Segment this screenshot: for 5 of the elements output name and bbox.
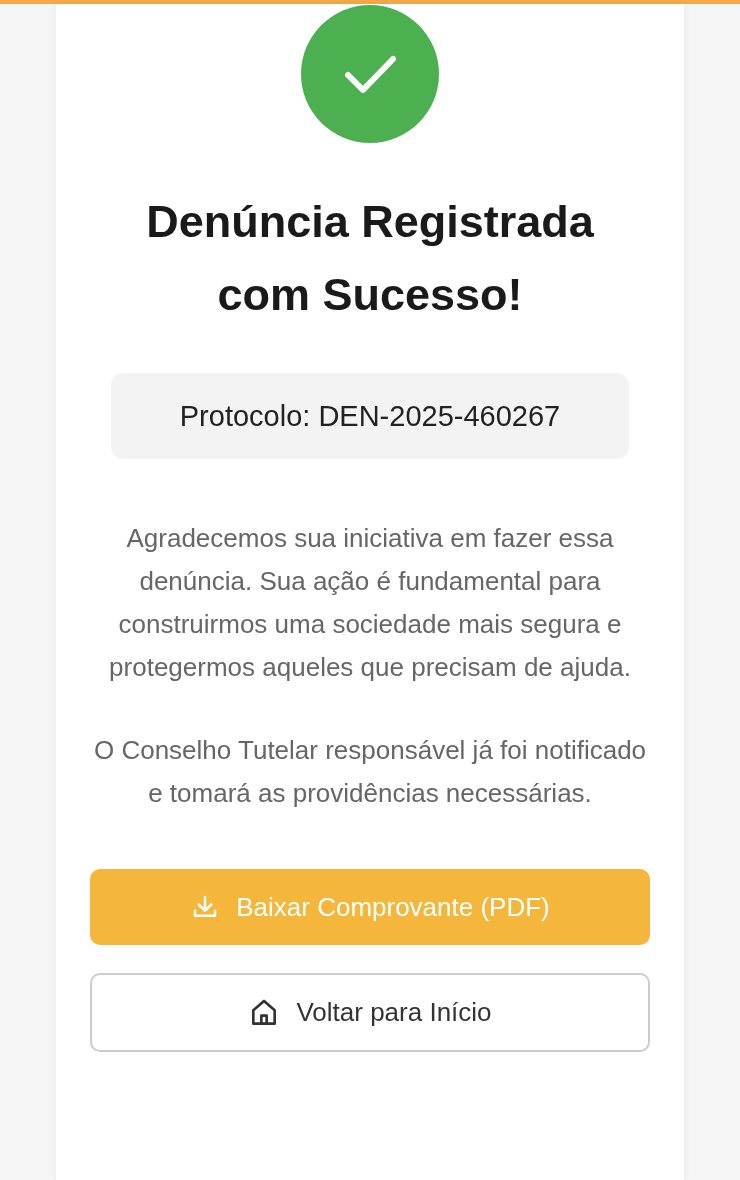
message-paragraph: Agradecemos sua iniciativa em fazer essa denúncia. Sua ação é fundamental para construirmos uma sociedade mais segura e protegermos aqueles que precisam de ajuda. [108, 522, 632, 684]
message-paragraph: O Conselho Tutelar responsável já foi notificado e tomará as providências necessárias. [92, 734, 648, 810]
protocol-number: Protocolo: DEN-2025-460267 [111, 373, 629, 459]
home-button[interactable]: Voltar para Início [90, 973, 650, 1052]
success-title: Denúncia Registrada com Sucesso! [145, 195, 595, 322]
